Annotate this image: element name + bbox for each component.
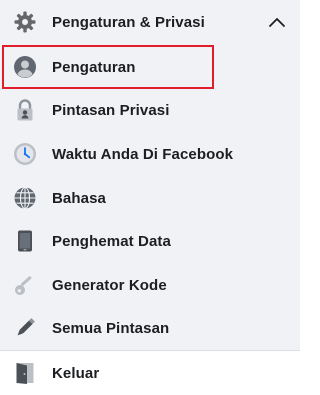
menu-item-label: Bahasa	[52, 189, 106, 207]
menu-item-data-saver[interactable]: Penghemat Data	[0, 219, 300, 263]
menu-item-label: Generator Kode	[52, 276, 167, 294]
settings-menu: Pengaturan & Privasi Pengaturan Pintasan…	[0, 0, 300, 395]
menu-item-code-generator[interactable]: Generator Kode	[0, 263, 300, 307]
clock-icon	[12, 141, 38, 167]
pencil-icon	[12, 315, 38, 341]
gear-icon	[12, 9, 38, 35]
menu-item-privacy-shortcuts[interactable]: Pintasan Privasi	[0, 88, 300, 132]
menu-item-label: Pengaturan	[52, 58, 136, 76]
key-icon	[12, 272, 38, 298]
menu-item-settings[interactable]: Pengaturan	[0, 45, 300, 89]
menu-item-language[interactable]: Bahasa	[0, 176, 300, 220]
menu-item-label: Waktu Anda Di Facebook	[52, 145, 234, 163]
settings-privacy-header[interactable]: Pengaturan & Privasi	[0, 0, 300, 44]
menu-item-all-shortcuts[interactable]: Semua Pintasan	[0, 306, 300, 350]
logout-label: Keluar	[52, 364, 100, 382]
phone-icon	[12, 228, 38, 254]
menu-item-your-time[interactable]: Waktu Anda Di Facebook	[0, 132, 300, 176]
chevron-up-icon[interactable]	[268, 14, 286, 30]
settings-privacy-section: Pengaturan & Privasi Pengaturan Pintasan…	[0, 0, 300, 350]
menu-item-label: Penghemat Data	[52, 232, 171, 250]
globe-icon	[12, 185, 38, 211]
door-exit-icon	[12, 360, 38, 386]
profile-icon	[12, 54, 38, 80]
logout-button[interactable]: Keluar	[0, 351, 300, 395]
lock-icon	[12, 97, 38, 123]
menu-item-label: Pintasan Privasi	[52, 101, 170, 119]
menu-item-label: Semua Pintasan	[52, 319, 170, 337]
section-title: Pengaturan & Privasi	[52, 13, 205, 31]
